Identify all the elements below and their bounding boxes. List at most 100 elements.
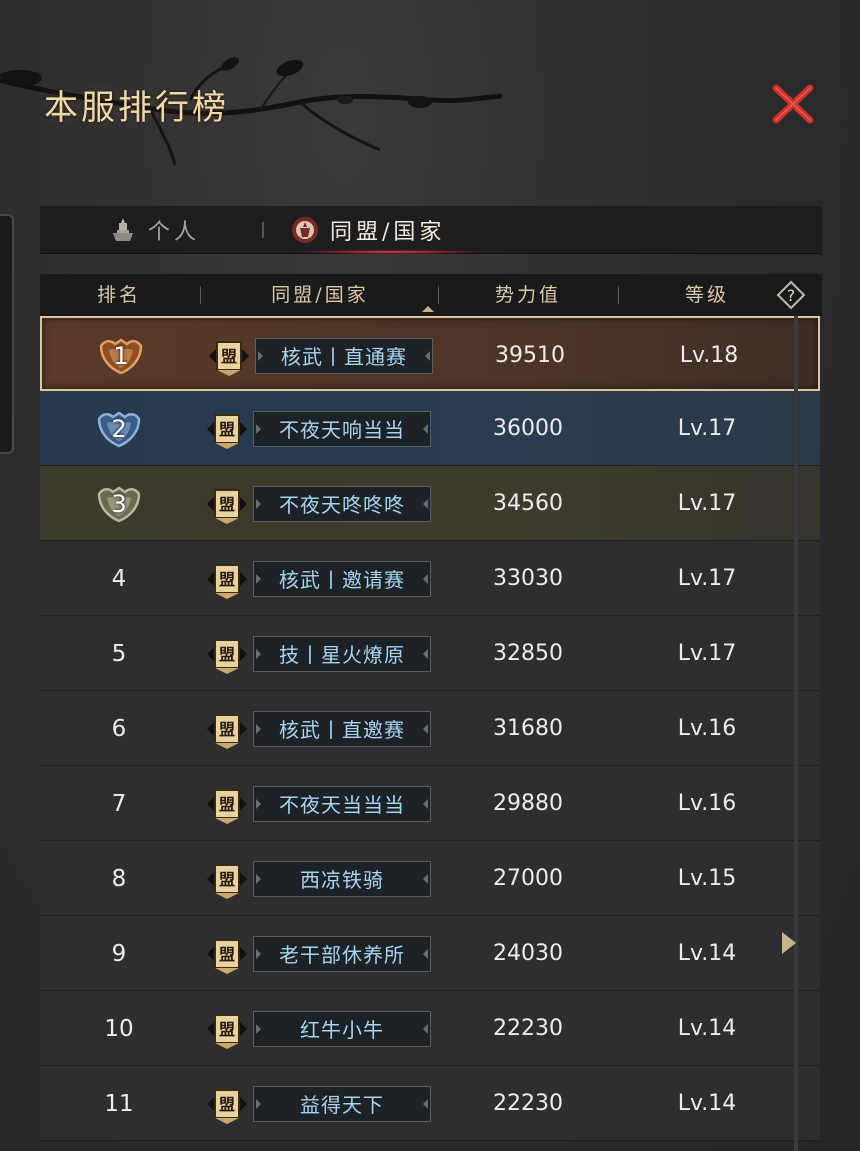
alliance-badge-char: 盟 [219, 945, 235, 964]
scrollbar-track[interactable] [794, 316, 798, 1151]
table-row[interactable]: 3 盟不夜天咚咚咚 34560 Lv.17 [40, 466, 820, 541]
rank-number: 8 [111, 865, 127, 892]
chevron-right-icon[interactable] [780, 930, 798, 956]
tab-divider [262, 222, 264, 238]
rank-cell: 10 [40, 991, 198, 1066]
table-row[interactable]: 4 盟核武丨邀请赛 33030 Lv.17 [40, 541, 820, 616]
rank-cell: 2 [40, 391, 198, 466]
alliance-badge-icon: 盟 [207, 563, 247, 599]
rank-cell: 9 [40, 916, 198, 991]
power-value: 31680 [493, 716, 563, 741]
alliance-badge-char: 盟 [219, 495, 235, 514]
table-row[interactable]: 1 盟核武丨直通赛 39510 Lv.18 [40, 316, 820, 391]
alliance-badge-icon: 盟 [209, 340, 249, 376]
rank-cell: 3 [40, 466, 198, 541]
power-value: 39510 [495, 343, 565, 368]
rank-cell: 8 [40, 841, 198, 916]
alliance-badge-char: 盟 [219, 1020, 235, 1039]
level-value: Lv.16 [677, 791, 737, 816]
table-row[interactable]: 2 盟不夜天响当当 36000 Lv.17 [40, 391, 820, 466]
rank-number: 9 [111, 940, 127, 967]
rank-cell: 1 [42, 318, 200, 393]
level-value: Lv.14 [677, 941, 737, 966]
table-row[interactable]: 7 盟不夜天当当当 29880 Lv.16 [40, 766, 820, 841]
level-value: Lv.17 [677, 416, 737, 441]
alliance-name[interactable]: 不夜天当当当 [253, 785, 431, 822]
alliance-name[interactable]: 核武丨直通赛 [255, 337, 433, 374]
alliance-cell: 盟益得天下 [198, 1066, 438, 1141]
alliance-badge-char: 盟 [219, 1095, 235, 1114]
alliance-cell: 盟核武丨直通赛 [200, 318, 440, 393]
power-value: 29880 [493, 791, 563, 816]
table-row[interactable]: 9 盟老干部休养所 24030 Lv.14 [40, 916, 820, 991]
table-row[interactable]: 6 盟核武丨直邀赛 31680 Lv.16 [40, 691, 820, 766]
active-tab-indicator [302, 250, 482, 254]
alliance-name[interactable]: 老干部休养所 [253, 935, 431, 972]
alliance-badge-char: 盟 [219, 870, 235, 889]
power-value: 34560 [493, 491, 563, 516]
header-level[interactable]: 等级 [618, 274, 796, 316]
alliance-cell: 盟核武丨邀请赛 [198, 541, 438, 616]
tab-bar: 个人 同盟/国家 [40, 206, 822, 254]
table-row[interactable]: 11 盟益得天下 22230 Lv.14 [40, 1066, 820, 1141]
alliance-cell: 盟西凉铁骑 [198, 841, 438, 916]
alliance-badge-icon: 盟 [207, 413, 247, 449]
sort-caret-icon [422, 306, 434, 312]
level-value: Lv.17 [677, 566, 737, 591]
tab-alliance[interactable]: 同盟/国家 [290, 206, 445, 254]
table-row[interactable]: 8 盟西凉铁骑 27000 Lv.15 [40, 841, 820, 916]
alliance-badge-char: 盟 [221, 347, 237, 366]
alliance-name[interactable]: 红牛小牛 [253, 1010, 431, 1047]
rank-number: 4 [111, 565, 127, 592]
power-value: 32850 [493, 641, 563, 666]
alliance-name[interactable]: 益得天下 [253, 1085, 431, 1122]
tab-personal[interactable]: 个人 [108, 206, 200, 254]
header-power[interactable]: 势力值 [438, 274, 618, 316]
power-value: 33030 [493, 566, 563, 591]
rank-cell: 11 [40, 1066, 198, 1141]
tab-alliance-label: 同盟/国家 [330, 220, 446, 245]
alliance-badge-icon: 盟 [207, 713, 247, 749]
rank-number: 10 [104, 1015, 134, 1042]
close-icon[interactable] [770, 82, 816, 126]
alliance-name[interactable]: 不夜天响当当 [253, 410, 431, 447]
alliance-cell: 盟不夜天当当当 [198, 766, 438, 841]
power-value: 24030 [493, 941, 563, 966]
alliance-badge-icon: 盟 [207, 638, 247, 674]
rank-number: 7 [111, 790, 127, 817]
header-rank: 排名 [96, 284, 141, 306]
alliance-cell: 盟技丨星火燎原 [198, 616, 438, 691]
rank-number: 3 [111, 489, 127, 518]
alliance-badge-icon: 盟 [207, 1013, 247, 1049]
rank-cell: 4 [40, 541, 198, 616]
rank-cell: 5 [40, 616, 198, 691]
table-row[interactable]: 10 盟红牛小牛 22230 Lv.14 [40, 991, 820, 1066]
rank-medal-icon: 2 [95, 409, 143, 449]
rank-number: 11 [104, 1090, 134, 1117]
header-alliance[interactable]: 同盟/国家 [200, 274, 440, 316]
alliance-badge-icon: 盟 [207, 863, 247, 899]
alliance-badge-char: 盟 [219, 645, 235, 664]
level-value: Lv.14 [677, 1016, 737, 1041]
alliance-cell: 盟核武丨直邀赛 [198, 691, 438, 766]
alliance-name[interactable]: 西凉铁骑 [253, 860, 431, 897]
table-row[interactable]: 5 盟技丨星火燎原 32850 Lv.17 [40, 616, 820, 691]
power-value: 36000 [493, 416, 563, 441]
alliance-icon [292, 217, 318, 243]
rank-cell: 7 [40, 766, 198, 841]
rank-number: 5 [111, 640, 127, 667]
power-value: 22230 [493, 1016, 563, 1041]
alliance-badge-icon: 盟 [207, 788, 247, 824]
alliance-name[interactable]: 不夜天咚咚咚 [253, 485, 431, 522]
help-icon[interactable]: ? [776, 280, 806, 310]
alliance-badge-icon: 盟 [207, 488, 247, 524]
alliance-name[interactable]: 核武丨邀请赛 [253, 560, 431, 597]
alliance-name[interactable]: 核武丨直邀赛 [253, 710, 431, 747]
level-value: Lv.14 [677, 1091, 737, 1116]
level-value: Lv.16 [677, 716, 737, 741]
level-value: Lv.17 [677, 491, 737, 516]
alliance-badge-icon: 盟 [207, 1088, 247, 1124]
alliance-badge-char: 盟 [219, 420, 235, 439]
alliance-name[interactable]: 技丨星火燎原 [253, 635, 431, 672]
rank-medal-icon: 1 [97, 336, 145, 376]
